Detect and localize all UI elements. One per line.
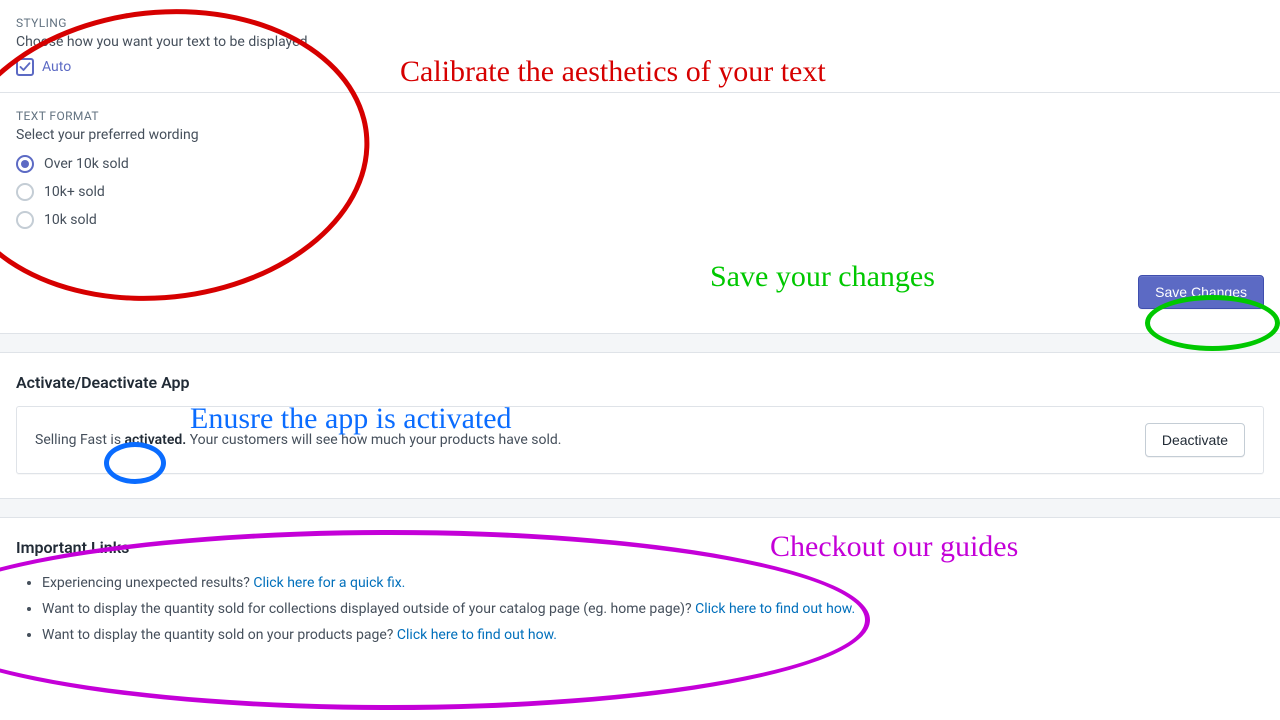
- deactivate-button[interactable]: Deactivate: [1145, 423, 1245, 457]
- radio-10k-sold[interactable]: [16, 211, 34, 229]
- activate-suffix: Your customers will see how much your pr…: [186, 432, 561, 448]
- link-item-text: Experiencing unexpected results?: [42, 575, 253, 591]
- text-format-options: Over 10k sold 10k+ sold 10k sold: [16, 155, 1264, 229]
- radio-10k-plus-sold[interactable]: [16, 183, 34, 201]
- checkmark-icon: [19, 61, 31, 73]
- activate-section: Activate/Deactivate App Selling Fast is …: [0, 353, 1280, 498]
- link-item-text: Want to display the quantity sold for co…: [42, 601, 695, 617]
- quick-fix-link[interactable]: Click here for a quick fix.: [253, 575, 405, 591]
- text-format-label: TEXT FORMAT: [16, 109, 1264, 123]
- activate-status-word: activated.: [125, 432, 187, 448]
- auto-checkbox-row: Auto: [16, 58, 1264, 76]
- link-item-text: Want to display the quantity sold on you…: [42, 627, 397, 643]
- important-links-section: Important Links Experiencing unexpected …: [0, 518, 1280, 693]
- collections-howto-link[interactable]: Click here to find out how.: [695, 601, 855, 617]
- important-links-list: Experiencing unexpected results? Click h…: [16, 575, 1264, 643]
- save-row: Save Changes: [0, 255, 1280, 333]
- important-links-heading: Important Links: [16, 538, 1264, 557]
- activate-heading: Activate/Deactivate App: [16, 373, 1264, 392]
- styling-description: Choose how you want your text to be disp…: [16, 34, 1264, 50]
- section-gap: [0, 498, 1280, 518]
- text-format-option: Over 10k sold: [16, 155, 1264, 173]
- activate-prefix: Selling Fast is: [35, 432, 125, 448]
- radio-over-10k-sold[interactable]: [16, 155, 34, 173]
- list-item: Want to display the quantity sold on you…: [42, 627, 1264, 643]
- list-item: Want to display the quantity sold for co…: [42, 601, 1264, 617]
- text-format-option: 10k+ sold: [16, 183, 1264, 201]
- radio-label: 10k sold: [44, 212, 97, 228]
- activate-status-text: Selling Fast is activated. Your customer…: [35, 432, 562, 448]
- auto-checkbox-label: Auto: [42, 59, 71, 75]
- text-format-option: 10k sold: [16, 211, 1264, 229]
- products-page-howto-link[interactable]: Click here to find out how.: [397, 627, 557, 643]
- styling-section: STYLING Choose how you want your text to…: [0, 0, 1280, 92]
- text-format-section: TEXT FORMAT Select your preferred wordin…: [0, 93, 1280, 255]
- list-item: Experiencing unexpected results? Click h…: [42, 575, 1264, 591]
- section-gap: [0, 333, 1280, 353]
- activate-card: Selling Fast is activated. Your customer…: [16, 406, 1264, 474]
- text-format-description: Select your preferred wording: [16, 127, 1264, 143]
- styling-label: STYLING: [16, 16, 1264, 30]
- radio-label: Over 10k sold: [44, 156, 129, 172]
- radio-label: 10k+ sold: [44, 184, 105, 200]
- save-changes-button[interactable]: Save Changes: [1138, 275, 1264, 309]
- auto-checkbox[interactable]: [16, 58, 34, 76]
